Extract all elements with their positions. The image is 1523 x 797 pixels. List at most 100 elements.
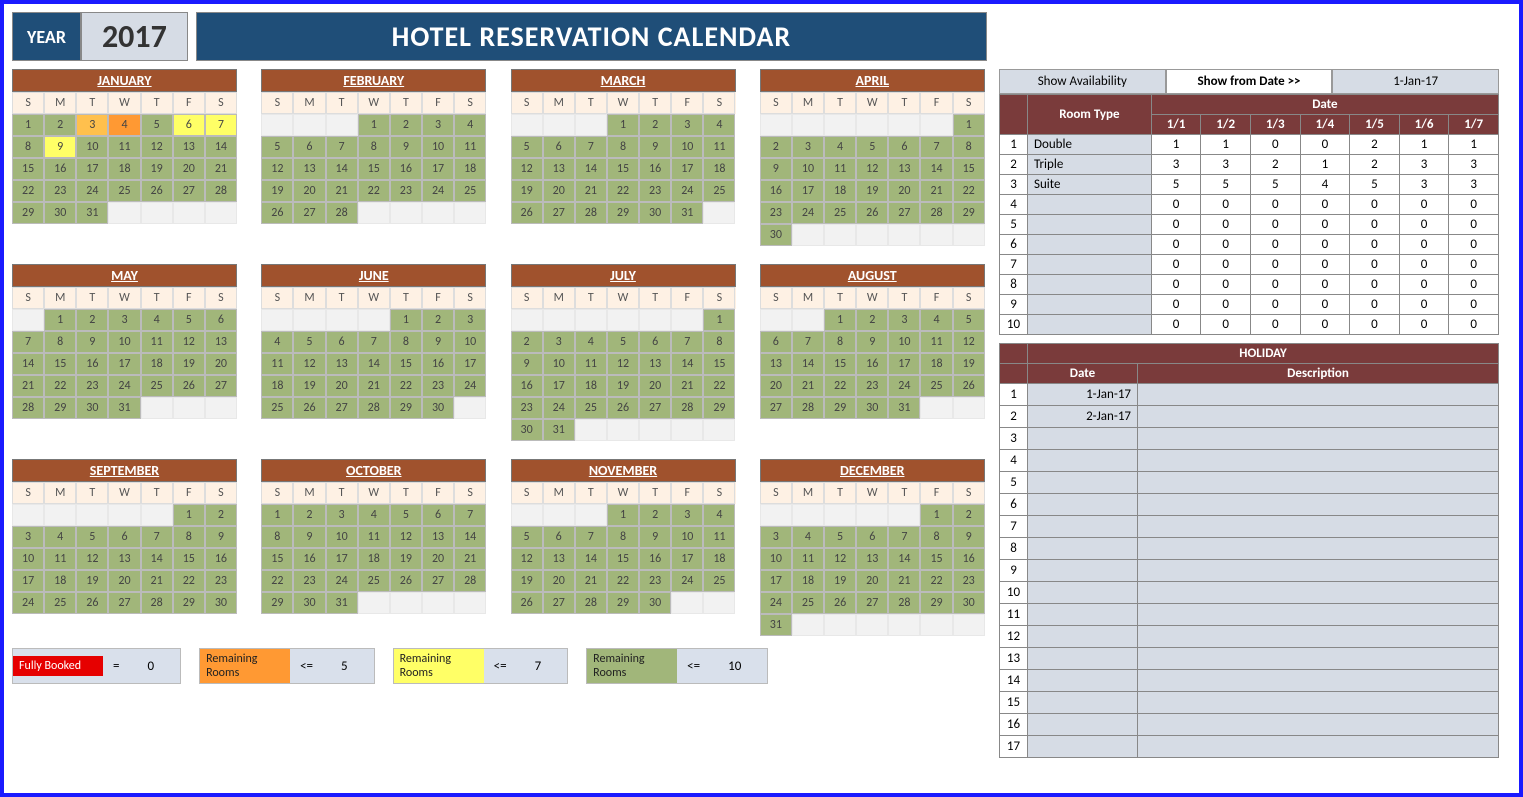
calendar-day[interactable]: 24 (760, 592, 792, 614)
holiday-desc-cell[interactable] (1138, 604, 1499, 626)
calendar-day[interactable]: 18 (141, 353, 173, 375)
calendar-day[interactable]: 9 (760, 158, 792, 180)
calendar-day[interactable]: 24 (888, 375, 920, 397)
calendar-day[interactable]: 10 (760, 548, 792, 570)
calendar-day[interactable]: 25 (358, 570, 390, 592)
calendar-day[interactable]: 21 (205, 158, 237, 180)
calendar-day[interactable]: 2 (511, 331, 543, 353)
calendar-day[interactable]: 14 (671, 353, 703, 375)
calendar-day[interactable]: 1 (703, 309, 735, 331)
calendar-day[interactable]: 1 (173, 504, 205, 526)
calendar-day[interactable]: 17 (454, 353, 486, 375)
calendar-day[interactable]: 3 (12, 526, 44, 548)
holiday-date-cell[interactable] (1028, 516, 1138, 538)
calendar-day[interactable]: 1 (953, 114, 985, 136)
calendar-day[interactable]: 20 (543, 570, 575, 592)
calendar-day[interactable]: 11 (454, 136, 486, 158)
calendar-day[interactable]: 4 (44, 526, 76, 548)
calendar-day[interactable]: 7 (454, 504, 486, 526)
calendar-day[interactable]: 31 (543, 419, 575, 441)
calendar-day[interactable]: 21 (358, 375, 390, 397)
calendar-day[interactable]: 23 (953, 570, 985, 592)
calendar-day[interactable]: 31 (76, 202, 108, 224)
calendar-day[interactable]: 19 (824, 570, 856, 592)
calendar-day[interactable]: 22 (261, 570, 293, 592)
room-type-cell[interactable]: Double (1028, 135, 1152, 155)
holiday-desc-cell[interactable] (1138, 670, 1499, 692)
calendar-day[interactable]: 10 (422, 136, 454, 158)
calendar-day[interactable]: 27 (293, 202, 325, 224)
calendar-day[interactable]: 4 (703, 504, 735, 526)
calendar-day[interactable]: 27 (173, 180, 205, 202)
calendar-day[interactable]: 20 (856, 570, 888, 592)
calendar-day[interactable]: 8 (703, 331, 735, 353)
calendar-day[interactable]: 5 (261, 136, 293, 158)
show-availability-button[interactable]: Show Availability (999, 69, 1166, 94)
calendar-day[interactable]: 13 (205, 331, 237, 353)
calendar-day[interactable]: 18 (358, 548, 390, 570)
calendar-day[interactable]: 20 (888, 180, 920, 202)
calendar-day[interactable]: 23 (44, 180, 76, 202)
calendar-day[interactable]: 25 (44, 592, 76, 614)
calendar-day[interactable]: 7 (888, 526, 920, 548)
calendar-day[interactable]: 3 (543, 331, 575, 353)
calendar-day[interactable]: 30 (639, 592, 671, 614)
room-type-cell[interactable]: Triple (1028, 155, 1152, 175)
holiday-desc-cell[interactable] (1138, 516, 1499, 538)
calendar-day[interactable]: 29 (390, 397, 422, 419)
calendar-day[interactable]: 12 (824, 548, 856, 570)
calendar-day[interactable]: 24 (76, 180, 108, 202)
calendar-day[interactable]: 13 (108, 548, 140, 570)
calendar-day[interactable]: 8 (261, 526, 293, 548)
calendar-day[interactable]: 9 (76, 331, 108, 353)
calendar-day[interactable]: 21 (888, 570, 920, 592)
holiday-desc-cell[interactable] (1138, 648, 1499, 670)
calendar-day[interactable]: 5 (607, 331, 639, 353)
calendar-day[interactable]: 9 (953, 526, 985, 548)
calendar-day[interactable]: 18 (261, 375, 293, 397)
calendar-day[interactable]: 23 (422, 375, 454, 397)
calendar-day[interactable]: 7 (12, 331, 44, 353)
calendar-day[interactable]: 13 (639, 353, 671, 375)
calendar-day[interactable]: 14 (358, 353, 390, 375)
calendar-day[interactable]: 10 (671, 136, 703, 158)
calendar-day[interactable]: 5 (141, 114, 173, 136)
calendar-day[interactable]: 10 (12, 548, 44, 570)
calendar-day[interactable]: 9 (422, 331, 454, 353)
calendar-day[interactable]: 23 (76, 375, 108, 397)
calendar-day[interactable]: 28 (12, 397, 44, 419)
calendar-day[interactable]: 27 (422, 570, 454, 592)
calendar-day[interactable]: 17 (422, 158, 454, 180)
calendar-day[interactable]: 21 (141, 570, 173, 592)
calendar-day[interactable]: 6 (173, 114, 205, 136)
calendar-day[interactable]: 7 (671, 331, 703, 353)
calendar-day[interactable]: 16 (422, 353, 454, 375)
calendar-day[interactable]: 12 (511, 548, 543, 570)
calendar-day[interactable]: 31 (671, 202, 703, 224)
calendar-day[interactable]: 15 (358, 158, 390, 180)
calendar-day[interactable]: 22 (607, 570, 639, 592)
calendar-day[interactable]: 4 (358, 504, 390, 526)
calendar-day[interactable]: 27 (326, 397, 358, 419)
calendar-day[interactable]: 12 (261, 158, 293, 180)
calendar-day[interactable]: 7 (575, 136, 607, 158)
calendar-day[interactable]: 2 (422, 309, 454, 331)
room-type-cell[interactable] (1028, 235, 1152, 255)
calendar-day[interactable]: 23 (293, 570, 325, 592)
holiday-date-cell[interactable] (1028, 736, 1138, 758)
calendar-day[interactable]: 24 (12, 592, 44, 614)
calendar-day[interactable]: 27 (108, 592, 140, 614)
calendar-day[interactable]: 8 (607, 526, 639, 548)
calendar-day[interactable]: 19 (953, 353, 985, 375)
calendar-day[interactable]: 21 (454, 548, 486, 570)
calendar-day[interactable]: 30 (44, 202, 76, 224)
show-from-date-button[interactable]: Show from Date >> (1166, 69, 1333, 94)
holiday-desc-cell[interactable] (1138, 406, 1499, 428)
calendar-day[interactable]: 6 (293, 136, 325, 158)
calendar-day[interactable]: 2 (953, 504, 985, 526)
calendar-day[interactable]: 21 (326, 180, 358, 202)
calendar-day[interactable]: 7 (205, 114, 237, 136)
calendar-day[interactable]: 4 (108, 114, 140, 136)
calendar-day[interactable]: 31 (326, 592, 358, 614)
calendar-day[interactable]: 16 (511, 375, 543, 397)
